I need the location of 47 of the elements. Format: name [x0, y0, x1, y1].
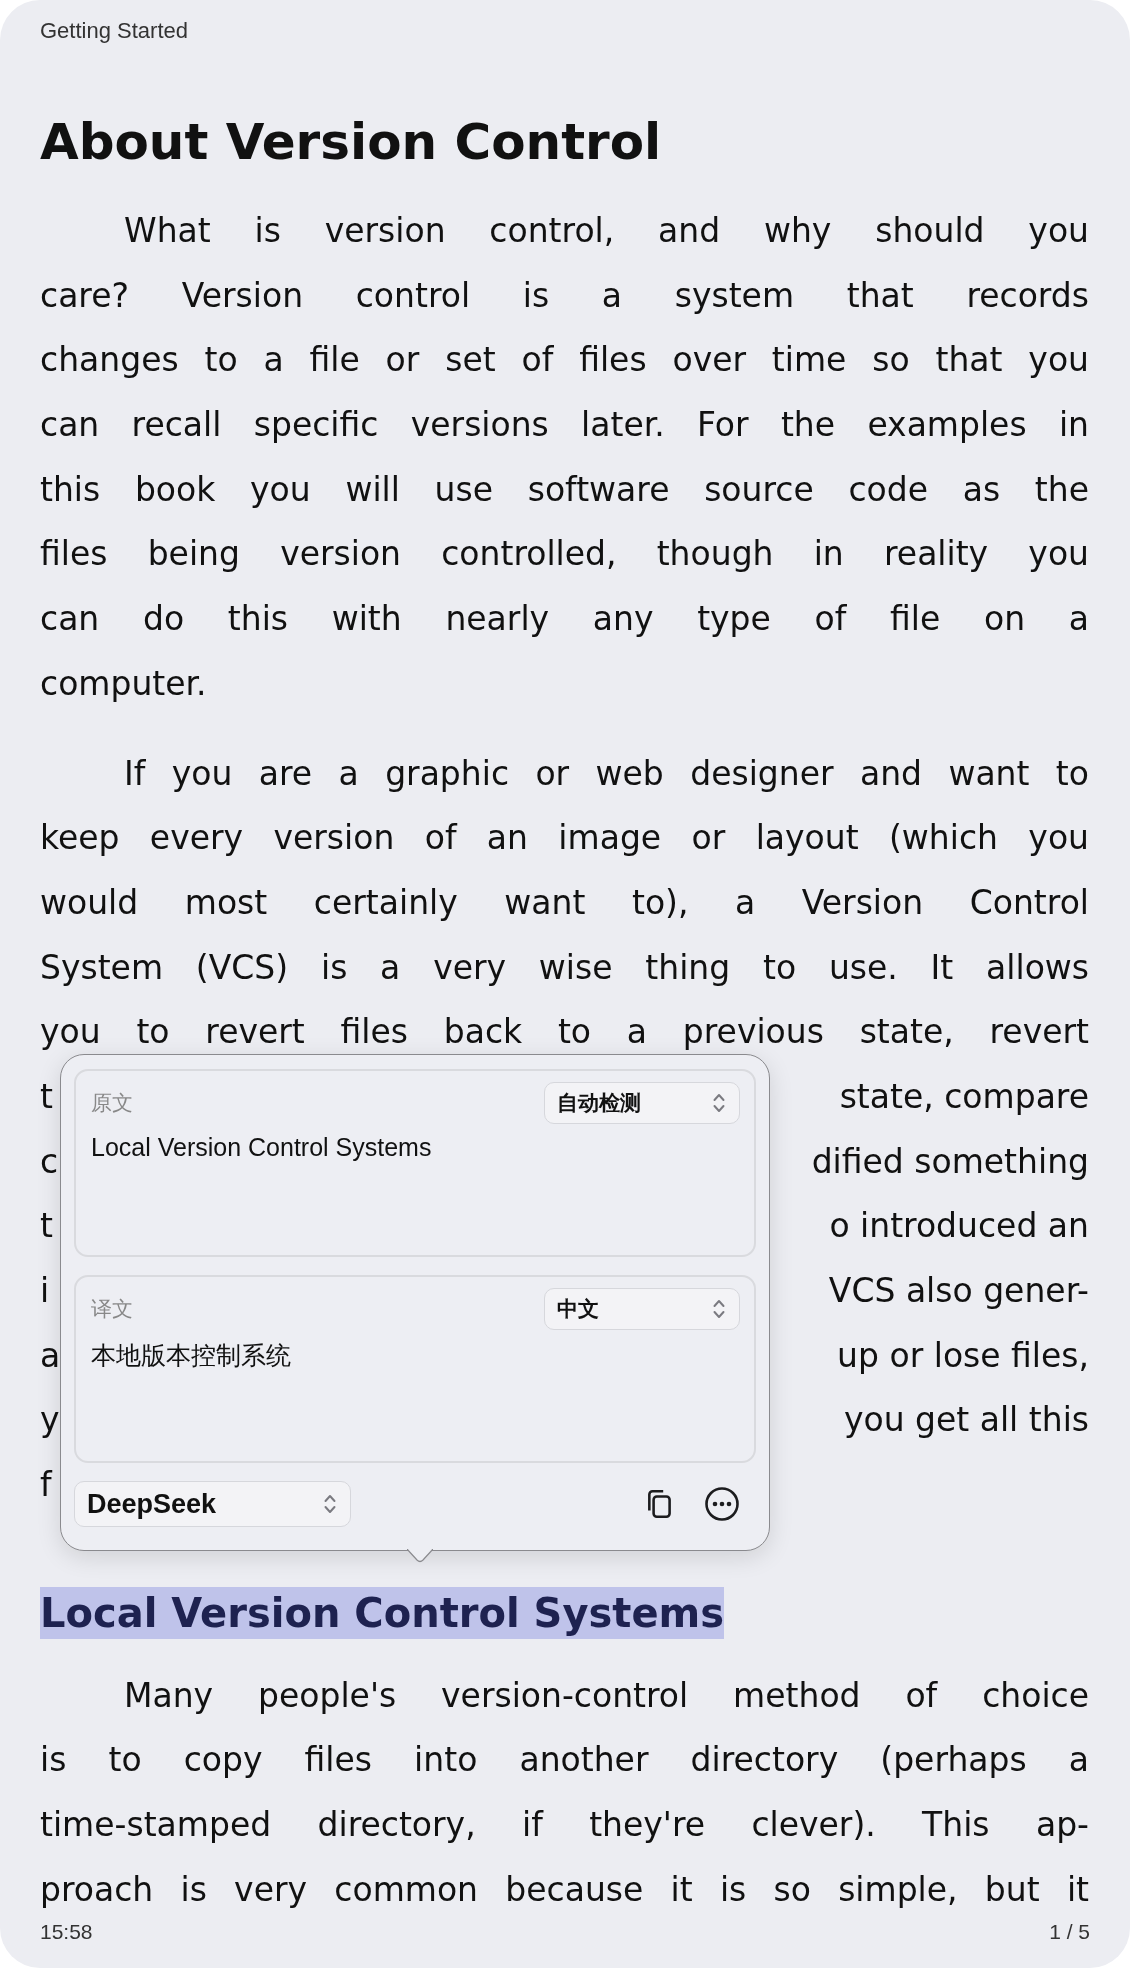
page-counter: 1 / 5 — [1049, 1920, 1090, 1944]
text-line: care? Version control is a system that records — [40, 274, 1089, 317]
text-fragment: f — [40, 1464, 52, 1507]
chevron-icon — [713, 1092, 725, 1114]
copy-icon[interactable] — [646, 1488, 674, 1520]
text-line: can do this with nearly any type of file on a — [40, 598, 1089, 641]
text-line: If you are a graphic or web designer and want to — [123, 752, 1089, 795]
text-line: keep every version of an image or layout (which you — [40, 817, 1089, 860]
text-line: proach is very common because it is so simple, but it — [40, 1868, 1089, 1911]
language-dropdown[interactable]: 自动检测 — [544, 1082, 740, 1124]
card-label: 译文 — [91, 1296, 133, 1323]
text-line: changes to a file or set of files over time so that you — [40, 339, 1089, 382]
text-line: files being version controlled, though in reality you — [40, 533, 1089, 576]
text-line: would most certainly want to), a Version Control — [40, 881, 1089, 924]
chevron-icon — [324, 1493, 336, 1515]
clock-time: 15:58 — [40, 1920, 93, 1944]
text-line: time-stamped directory, if they're clever). This ap- — [40, 1804, 1089, 1847]
card-label: 原文 — [91, 1090, 133, 1117]
text-line: System (VCS) is a very wise thing to use. It allows — [40, 946, 1089, 989]
text-fragment: up or lose files, — [837, 1334, 1089, 1377]
text-fragment: y — [40, 1399, 60, 1442]
text-line: this book you will use software source code as the — [40, 468, 1089, 511]
text-line: can recall specific versions later. For the examples in — [40, 404, 1089, 447]
section-heading: Local Version Control Systems — [40, 1586, 725, 1639]
text-fragment: i — [40, 1270, 50, 1312]
text-fragment: state, compare — [839, 1075, 1089, 1118]
text-fragment: a — [40, 1334, 61, 1377]
text-fragment: c — [40, 1140, 59, 1183]
text-fragment: t — [40, 1075, 53, 1118]
text-fragment: dified something — [811, 1140, 1089, 1183]
text-line: you to revert files back to a previous state, revert — [40, 1011, 1089, 1054]
text-fragment: you get all this — [843, 1399, 1089, 1442]
engine-dropdown[interactable]: DeepSeek — [74, 1481, 351, 1527]
translated-text: 本地版本控制系统 — [91, 1340, 292, 1371]
text-fragment: o introduced an — [829, 1205, 1089, 1248]
text-line: is to copy files into another directory (perhaps a — [40, 1739, 1089, 1782]
chapter-title: Getting Started — [40, 18, 188, 43]
language-dropdown[interactable]: 中文 — [544, 1288, 740, 1330]
text-line: Many people's version-control method of choice — [123, 1674, 1089, 1717]
page-title: About Version Control — [40, 112, 663, 173]
text-fragment: VCS also gener- — [828, 1270, 1089, 1312]
text-line: What is version control, and why should you — [123, 210, 1089, 252]
text-line: computer. — [40, 662, 208, 705]
more-icon[interactable] — [704, 1486, 740, 1522]
text-fragment: t — [40, 1205, 53, 1248]
source-text: Local Version Control Systems — [91, 1133, 433, 1162]
chevron-icon — [713, 1298, 725, 1320]
